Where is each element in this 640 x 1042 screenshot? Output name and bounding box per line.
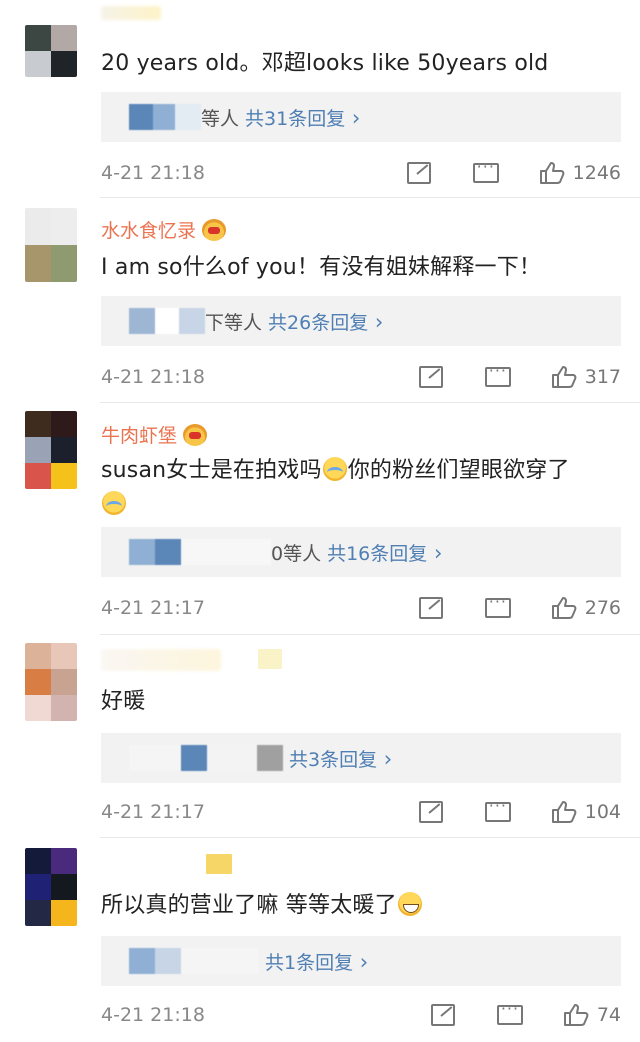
like-count: 276 — [584, 597, 621, 619]
avatar[interactable] — [25, 848, 77, 926]
comment-text: I am so什么of you！有没有姐妹解释一下！ — [101, 255, 542, 280]
reply-preview[interactable]: 共1条回复 — [101, 936, 621, 986]
timestamp: 4-21 21:18 — [101, 162, 205, 184]
share-icon[interactable] — [418, 366, 443, 388]
crying-emoji-icon — [322, 457, 347, 481]
crying-emoji-icon — [102, 491, 126, 515]
reply-count-link[interactable]: 共3条回复 — [289, 745, 392, 772]
comment-text-part: 所以真的营业了嘛 等等太暖了 — [101, 893, 397, 918]
comment-text-part: 你的粉丝们望眼欲穿了 — [347, 458, 570, 483]
like-icon[interactable] — [551, 365, 577, 389]
like-icon[interactable] — [551, 596, 577, 620]
comment-item: 所以真的营业了嘛 等等太暖了 共1条回复 4-21 21:18 74 — [0, 838, 640, 1042]
share-icon[interactable] — [418, 597, 443, 619]
avatar[interactable] — [25, 25, 77, 77]
comment-footer: 4-21 21:17 104 — [101, 796, 621, 827]
timestamp: 4-21 21:17 — [101, 801, 205, 823]
comment-footer: 4-21 21:18 1246 — [101, 157, 621, 188]
comment-text: 好暖 — [101, 689, 146, 714]
username-blurred[interactable] — [101, 649, 221, 671]
like-icon[interactable] — [563, 1003, 589, 1027]
reply-count-link[interactable]: 共1条回复 — [265, 948, 368, 975]
reply-preview[interactable]: 共3条回复 — [101, 733, 621, 783]
comment-icon[interactable] — [496, 999, 523, 1025]
reply-users-suffix: 下等人 — [205, 311, 263, 334]
grinning-emoji-icon — [397, 892, 422, 916]
reply-count-link[interactable]: 共26条回复 — [268, 308, 383, 335]
username-text: 水水食忆录 — [101, 220, 197, 242]
username[interactable]: 牛肉虾堡 — [101, 421, 208, 448]
comment-icon[interactable] — [484, 592, 511, 618]
timestamp: 4-21 21:18 — [101, 366, 205, 388]
reply-users-suffix: 0等人 — [271, 542, 322, 565]
comment-footer: 4-21 21:18 74 — [101, 999, 621, 1030]
username-text: 牛肉虾堡 — [101, 425, 178, 447]
comment-text: susan女士是在拍戏吗 你的粉丝们望眼欲穿了 — [101, 454, 621, 522]
avatar[interactable] — [25, 643, 77, 721]
comment-icon[interactable] — [484, 361, 511, 387]
reply-preview[interactable]: 0等人 共16条回复 — [101, 527, 621, 577]
comment-item: 牛肉虾堡 susan女士是在拍戏吗你的粉丝们望眼欲穿了 0等人 共16条回复 4… — [0, 403, 640, 635]
comment-item: 水水食忆录 I am so什么of you！有没有姐妹解释一下！ 下等人 共26… — [0, 198, 640, 403]
comment-text: 20 years old。邓超looks like 50years old — [101, 51, 549, 76]
comment-icon[interactable] — [472, 157, 499, 183]
timestamp: 4-21 21:17 — [101, 597, 205, 619]
share-icon[interactable] — [406, 162, 431, 184]
vip-crown-icon — [202, 218, 227, 241]
share-icon[interactable] — [430, 1004, 455, 1026]
blurred-avatar — [129, 948, 259, 974]
avatar[interactable] — [25, 208, 77, 282]
like-count: 317 — [584, 366, 621, 388]
comment-text: 所以真的营业了嘛 等等太暖了 — [101, 889, 621, 923]
comment-icon[interactable] — [484, 796, 511, 822]
blurred-avatar — [129, 745, 283, 771]
comment-footer: 4-21 21:18 317 — [101, 361, 621, 392]
reply-preview[interactable]: 下等人 共26条回复 — [101, 296, 621, 346]
like-icon[interactable] — [539, 161, 565, 185]
blurred-avatar — [129, 539, 271, 565]
blurred-avatar — [129, 104, 201, 130]
reply-count-link[interactable]: 共16条回复 — [327, 539, 442, 566]
blurred-avatar — [129, 308, 205, 334]
comment-item: 20 years old。邓超looks like 50years old 等人… — [0, 0, 640, 198]
reply-preview[interactable]: 等人 共31条回复 — [101, 92, 621, 142]
like-count: 1246 — [572, 162, 621, 184]
comment-footer: 4-21 21:17 276 — [101, 592, 621, 623]
like-count: 74 — [596, 1004, 621, 1026]
like-icon[interactable] — [551, 800, 577, 824]
avatar[interactable] — [25, 411, 77, 489]
timestamp: 4-21 21:18 — [101, 1004, 205, 1026]
reply-users-suffix: 等人 — [201, 107, 240, 130]
like-count: 104 — [584, 801, 621, 823]
reply-count-link[interactable]: 共31条回复 — [245, 104, 360, 131]
comment-text-part: susan女士是在拍戏吗 — [101, 458, 322, 483]
vip-crown-icon — [183, 423, 208, 446]
comment-item: 好暖 共3条回复 4-21 21:17 104 — [0, 635, 640, 838]
username-blurred[interactable] — [101, 6, 161, 20]
badge-blurred — [258, 649, 282, 669]
share-icon[interactable] — [418, 801, 443, 823]
username-blurred[interactable] — [101, 852, 191, 874]
badge-blurred — [206, 854, 232, 874]
username[interactable]: 水水食忆录 — [101, 216, 227, 243]
